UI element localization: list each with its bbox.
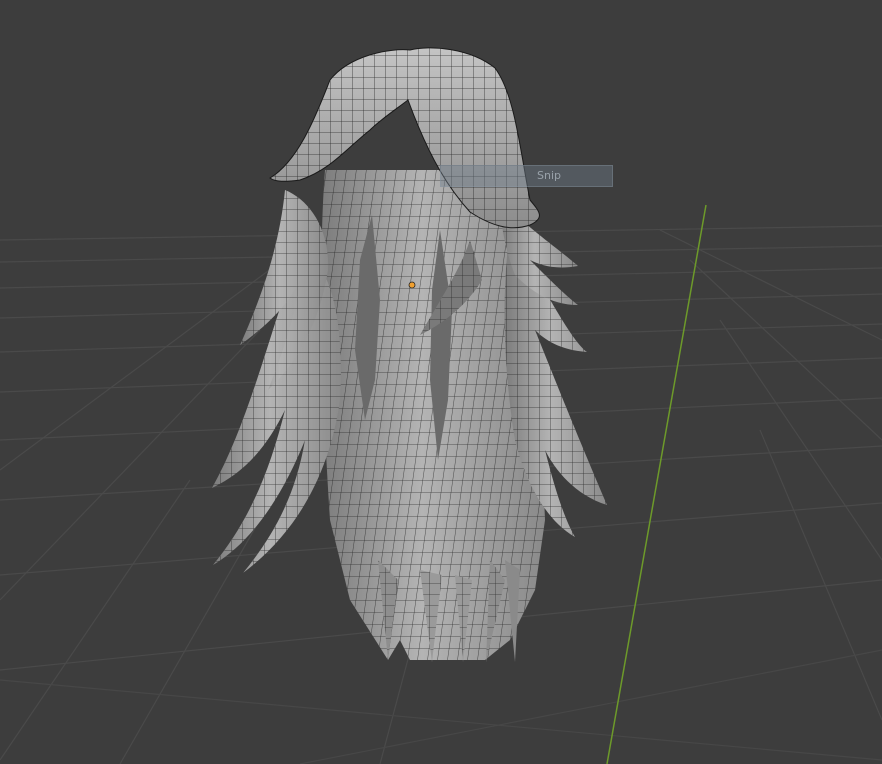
snip-tooltip: Snip xyxy=(440,165,613,187)
3d-viewport[interactable]: Snip xyxy=(0,0,882,764)
hair-mesh[interactable] xyxy=(212,47,607,662)
y-axis-line xyxy=(606,204,707,764)
viewport-scene[interactable] xyxy=(0,0,882,764)
tooltip-label: Snip xyxy=(537,169,561,182)
object-origin-dot[interactable] xyxy=(408,281,416,289)
